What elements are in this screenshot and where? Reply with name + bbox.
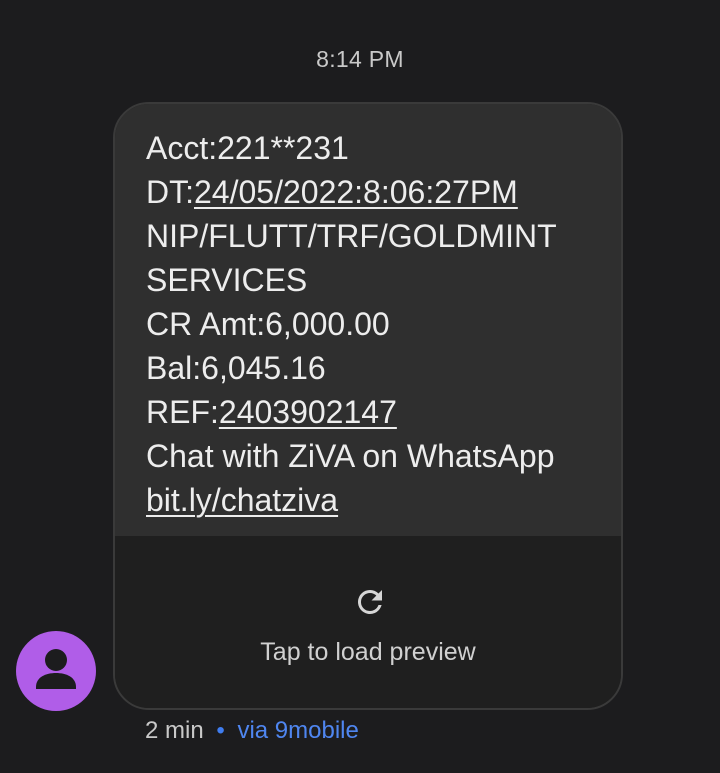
chat-url-link[interactable]: bit.ly/chatziva <box>146 482 338 518</box>
narration-text: NIP/FLUTT/TRF/GOLDMINT <box>146 218 557 254</box>
sender-avatar[interactable] <box>16 631 96 711</box>
carrier-label: via 9mobile <box>237 717 359 744</box>
message-line-account: Acct:221**231 <box>146 126 557 170</box>
message-line-date: DT:24/05/2022:8:06:27PM <box>146 170 557 214</box>
message-timestamp: 8:14 PM <box>316 46 404 72</box>
message-body: Acct:221**231 DT:24/05/2022:8:06:27PM NI… <box>115 104 621 536</box>
message-line-balance: Bal:6,045.16 <box>146 346 557 390</box>
message-line-chat: Chat with ZiVA on WhatsApp <box>146 434 557 478</box>
message-line-services: SERVICES <box>146 258 557 302</box>
message-line-url: bit.ly/chatziva <box>146 478 557 522</box>
chat-text: Chat with ZiVA on WhatsApp <box>146 438 555 474</box>
link-preview-card[interactable]: Tap to load preview <box>115 536 621 708</box>
message-text: Acct:221**231 DT:24/05/2022:8:06:27PM NI… <box>146 126 557 522</box>
reference-prefix: REF: <box>146 394 219 430</box>
message-line-reference: REF:2403902147 <box>146 390 557 434</box>
person-icon <box>36 649 76 689</box>
date-prefix: DT: <box>146 174 194 210</box>
meta-separator: • <box>216 717 225 744</box>
credit-amount-text: CR Amt:6,000.00 <box>146 306 390 342</box>
load-preview-label[interactable]: Tap to load preview <box>115 638 621 667</box>
message-line-credit-amount: CR Amt:6,000.00 <box>146 302 557 346</box>
message-line-narration: NIP/FLUTT/TRF/GOLDMINT <box>146 214 557 258</box>
date-link[interactable]: 24/05/2022:8:06:27PM <box>194 174 518 210</box>
message-meta: 2 min • via 9mobile <box>145 717 359 745</box>
message-bubble[interactable]: Acct:221**231 DT:24/05/2022:8:06:27PM NI… <box>113 102 623 710</box>
balance-text: Bal:6,045.16 <box>146 350 326 386</box>
message-age: 2 min <box>145 717 204 744</box>
account-text: Acct:221**231 <box>146 130 349 166</box>
services-text: SERVICES <box>146 262 308 298</box>
reference-link[interactable]: 2403902147 <box>219 394 397 430</box>
refresh-icon[interactable] <box>352 584 388 620</box>
